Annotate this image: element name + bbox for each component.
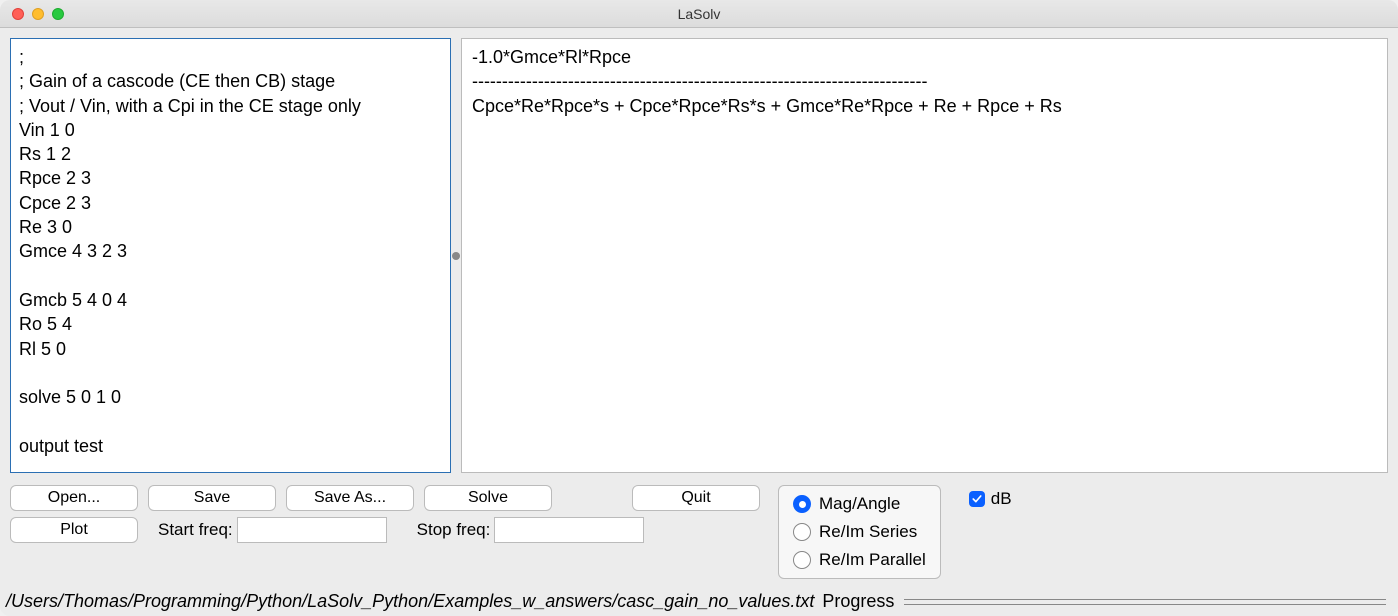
solve-button[interactable]: Solve (424, 485, 552, 511)
output-viewer: -1.0*Gmce*Rl*Rpce ----------------------… (461, 38, 1388, 473)
save-as-button[interactable]: Save As... (286, 485, 414, 511)
progress-label: Progress (822, 591, 894, 612)
close-icon[interactable] (12, 8, 24, 20)
save-button[interactable]: Save (148, 485, 276, 511)
db-checkbox-label: dB (991, 489, 1012, 509)
button-grid: Open... Save Save As... Solve Quit Plot … (10, 485, 760, 543)
splitter-handle[interactable] (452, 252, 460, 260)
radio-mag-angle[interactable]: Mag/Angle (793, 494, 926, 514)
radio-label: Re/Im Series (819, 522, 917, 542)
traffic-lights (0, 8, 64, 20)
input-editor[interactable]: ; ; Gain of a cascode (CE then CB) stage… (10, 38, 451, 473)
statusbar: /Users/Thomas/Programming/Python/LaSolv_… (0, 589, 1398, 616)
zoom-icon[interactable] (52, 8, 64, 20)
plot-button[interactable]: Plot (10, 517, 138, 543)
stop-freq-input[interactable] (494, 517, 644, 543)
start-freq-label: Start freq: (158, 520, 233, 540)
radio-icon (793, 523, 811, 541)
radio-label: Mag/Angle (819, 494, 900, 514)
quit-button[interactable]: Quit (632, 485, 760, 511)
radio-label: Re/Im Parallel (819, 550, 926, 570)
open-button[interactable]: Open... (10, 485, 138, 511)
start-freq-input[interactable] (237, 517, 387, 543)
progress-bar (904, 599, 1386, 605)
db-checkbox-group[interactable]: dB (969, 489, 1012, 509)
radio-reim-series[interactable]: Re/Im Series (793, 522, 926, 542)
titlebar: LaSolv (0, 0, 1398, 28)
app-window: LaSolv ; ; Gain of a cascode (CE then CB… (0, 0, 1398, 616)
minimize-icon[interactable] (32, 8, 44, 20)
radio-icon (793, 551, 811, 569)
stop-freq-label: Stop freq: (417, 520, 491, 540)
split-panes: ; ; Gain of a cascode (CE then CB) stage… (10, 38, 1388, 473)
radio-reim-parallel[interactable]: Re/Im Parallel (793, 550, 926, 570)
status-path: /Users/Thomas/Programming/Python/LaSolv_… (6, 591, 814, 612)
plot-mode-radiogroup: Mag/Angle Re/Im Series Re/Im Parallel (778, 485, 941, 579)
radio-icon (793, 495, 811, 513)
controls-row: Open... Save Save As... Solve Quit Plot … (10, 481, 1388, 579)
window-title: LaSolv (678, 6, 721, 22)
checkbox-icon (969, 491, 985, 507)
content-area: ; ; Gain of a cascode (CE then CB) stage… (0, 28, 1398, 589)
